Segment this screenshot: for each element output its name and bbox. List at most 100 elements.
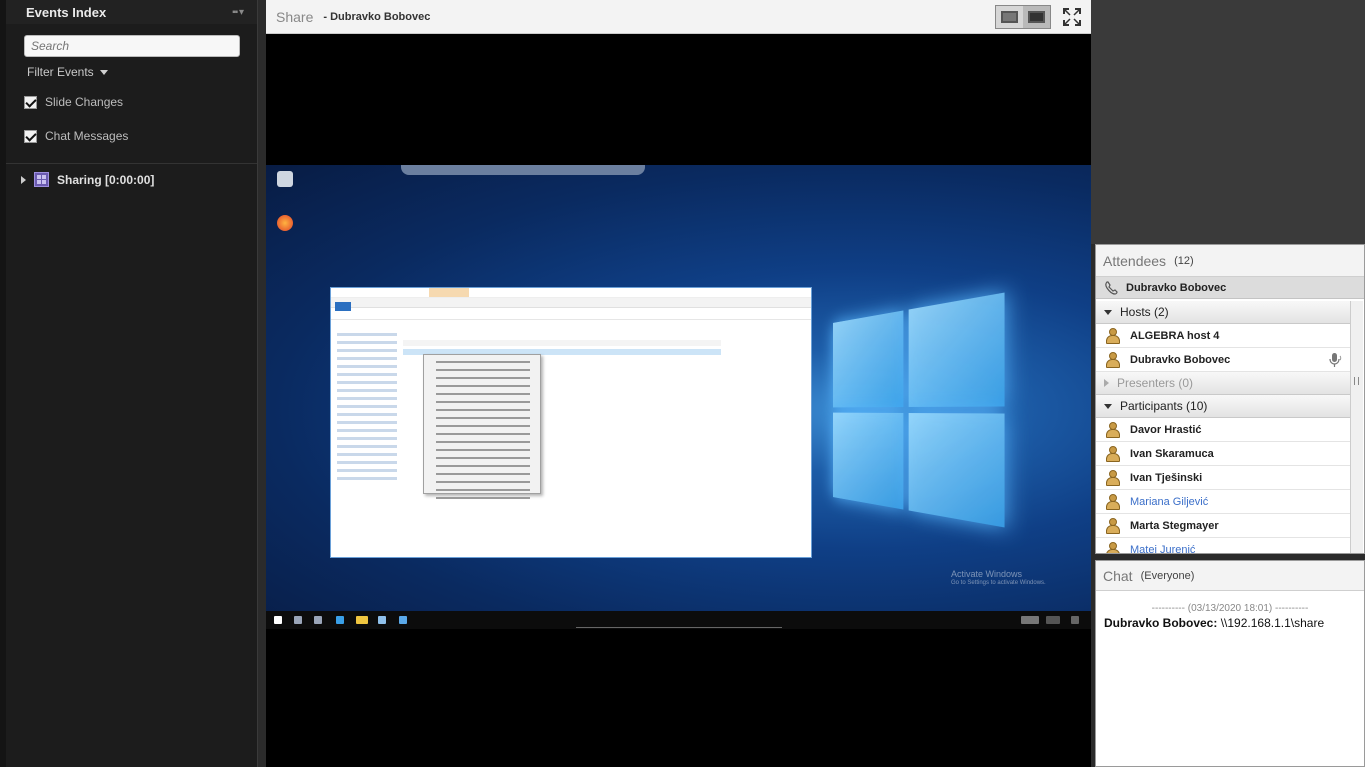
attendee-row[interactable]: Marta Stegmayer: [1096, 514, 1350, 538]
chat-pod: Chat (Everyone) ---------- (03/13/2020 1…: [1095, 560, 1365, 767]
tray-icons: [1021, 616, 1039, 624]
fit-view-icon: [1001, 11, 1018, 23]
microphone-icon: [1328, 352, 1342, 368]
actual-size-icon: [1028, 11, 1045, 23]
attendee-name: Davor Hrastić: [1130, 424, 1202, 436]
start-icon: [274, 616, 282, 624]
meeting-recording-window: Events Index ▪▪ ▾ Filter Events Slide Ch…: [0, 0, 1365, 767]
attendee-name: Matej Jurenić: [1130, 544, 1195, 554]
chevron-down-icon: [100, 70, 108, 75]
attendee-name: Dubravko Bobovec: [1130, 354, 1230, 366]
horizontal-scrollbar[interactable]: [576, 627, 782, 628]
filter-chat-messages[interactable]: Chat Messages: [24, 119, 257, 153]
recycle-bin-icon: [270, 171, 300, 189]
event-entry-label: Sharing [0:00:00]: [57, 173, 154, 187]
store-icon: [378, 616, 386, 624]
explorer-address-bar: [331, 308, 811, 320]
attendee-name: Ivan Skaramuca: [1130, 448, 1214, 460]
group-presenters[interactable]: Presenters (0): [1096, 372, 1350, 395]
current-user-row[interactable]: Dubravko Bobovec: [1096, 277, 1364, 299]
file-explorer-window: [330, 287, 812, 558]
group-participants[interactable]: Participants (10): [1096, 395, 1350, 418]
participant-icon: [1106, 494, 1118, 509]
events-title: Events Index: [26, 5, 106, 20]
app-icon: [399, 616, 407, 624]
attendees-pod: Attendees (12) Dubravko Bobovec Hosts (2…: [1095, 244, 1365, 554]
group-hosts[interactable]: Hosts (2): [1096, 301, 1350, 324]
file-row: [403, 340, 721, 346]
edge-icon: [336, 616, 344, 624]
notification-icon: [1071, 616, 1079, 624]
chat-audience: (Everyone): [1141, 570, 1195, 582]
scroll-thumb[interactable]: [1354, 377, 1359, 385]
attendee-row[interactable]: Mariana Giljević: [1096, 490, 1350, 514]
share-header: Share - Dubravko Bobovec: [266, 0, 1091, 34]
attendee-row[interactable]: Matej Jurenić: [1096, 538, 1350, 553]
attendees-title: Attendees: [1103, 253, 1166, 269]
attendee-row[interactable]: ALGEBRA host 4: [1096, 324, 1350, 348]
activate-windows-watermark: Activate Windows Go to Settings to activ…: [951, 570, 1046, 588]
share-title: Share: [276, 9, 313, 25]
explorer-ribbon: [331, 298, 811, 308]
attendee-name: ALGEBRA host 4: [1130, 330, 1219, 342]
expand-arrow-icon: [1104, 379, 1109, 387]
share-pod: Share - Dubravko Bobovec Activate Window…: [266, 0, 1091, 767]
divider: [6, 163, 257, 164]
chat-sender: Dubravko Bobovec:: [1104, 616, 1217, 630]
view-mode-toggle: [995, 5, 1051, 29]
explorer-titlebar: [331, 288, 811, 298]
chat-header: Chat (Everyone): [1096, 561, 1364, 591]
attendees-count: (12): [1174, 255, 1194, 267]
watermark-line-1: Activate Windows: [951, 570, 1046, 579]
watermark-line-2: Go to Settings to activate Windows.: [951, 579, 1046, 588]
attendee-row[interactable]: Davor Hrastić: [1096, 418, 1350, 442]
fit-view-button[interactable]: [996, 6, 1023, 28]
participant-icon: [1106, 422, 1118, 437]
attendee-scrollbar[interactable]: [1350, 301, 1363, 553]
attendee-list: Hosts (2) ALGEBRA host 4 Dubravko Bobove…: [1096, 301, 1350, 553]
expand-arrow-icon[interactable]: [21, 176, 26, 184]
participant-icon: [1106, 518, 1118, 533]
group-label: Presenters (0): [1117, 376, 1193, 390]
explorer-nav-pane: [337, 328, 397, 485]
current-user-name: Dubravko Bobovec: [1126, 282, 1226, 294]
chat-messages-checkbox[interactable]: [24, 130, 37, 143]
event-entry-sharing[interactable]: Sharing [0:00:00]: [21, 172, 257, 187]
actual-size-button[interactable]: [1023, 6, 1050, 28]
search-icon: [294, 616, 302, 624]
chat-title: Chat: [1103, 568, 1133, 584]
attendee-row[interactable]: Ivan Tješinski: [1096, 466, 1350, 490]
participant-icon: [1106, 446, 1118, 461]
attendee-name: Ivan Tješinski: [1130, 472, 1202, 484]
attendee-row[interactable]: Dubravko Bobovec: [1096, 348, 1350, 372]
chat-date-separator: ---------- (03/13/2020 18:01) ----------: [1096, 603, 1364, 614]
group-label: Participants (10): [1120, 399, 1207, 413]
slide-changes-checkbox[interactable]: [24, 96, 37, 109]
attendee-row[interactable]: Ivan Skaramuca: [1096, 442, 1350, 466]
filter-events-dropdown[interactable]: Filter Events: [27, 65, 257, 79]
participant-icon: [1106, 542, 1118, 553]
context-menu: [423, 354, 541, 494]
events-index-panel: Events Index ▪▪ ▾ Filter Events Slide Ch…: [6, 0, 258, 767]
firefox-icon: [270, 215, 300, 233]
group-label: Hosts (2): [1120, 305, 1169, 319]
empty-area: [1091, 0, 1365, 244]
share-presenter: - Dubravko Bobovec: [323, 11, 430, 23]
search-input[interactable]: [24, 35, 240, 57]
chat-text: \\192.168.1.1\share: [1221, 616, 1324, 630]
attendee-name: Mariana Giljević: [1130, 496, 1208, 508]
attendees-header: Attendees (12): [1096, 245, 1364, 277]
events-header: Events Index ▪▪ ▾: [6, 0, 257, 24]
participant-icon: [1106, 470, 1118, 485]
slide-changes-label: Slide Changes: [45, 95, 123, 109]
share-pod-icon: [34, 172, 49, 187]
filter-slide-changes[interactable]: Slide Changes: [24, 85, 257, 119]
task-view-icon: [314, 616, 322, 624]
chat-messages-label: Chat Messages: [45, 129, 128, 143]
attendee-name: Marta Stegmayer: [1130, 520, 1219, 532]
fullscreen-icon[interactable]: [1063, 8, 1081, 26]
shared-screen: Activate Windows Go to Settings to activ…: [266, 165, 1091, 611]
pod-menu-icon[interactable]: ▪▪ ▾: [232, 7, 243, 18]
collapse-arrow-icon: [1104, 310, 1112, 315]
collapse-arrow-icon: [1104, 404, 1112, 409]
